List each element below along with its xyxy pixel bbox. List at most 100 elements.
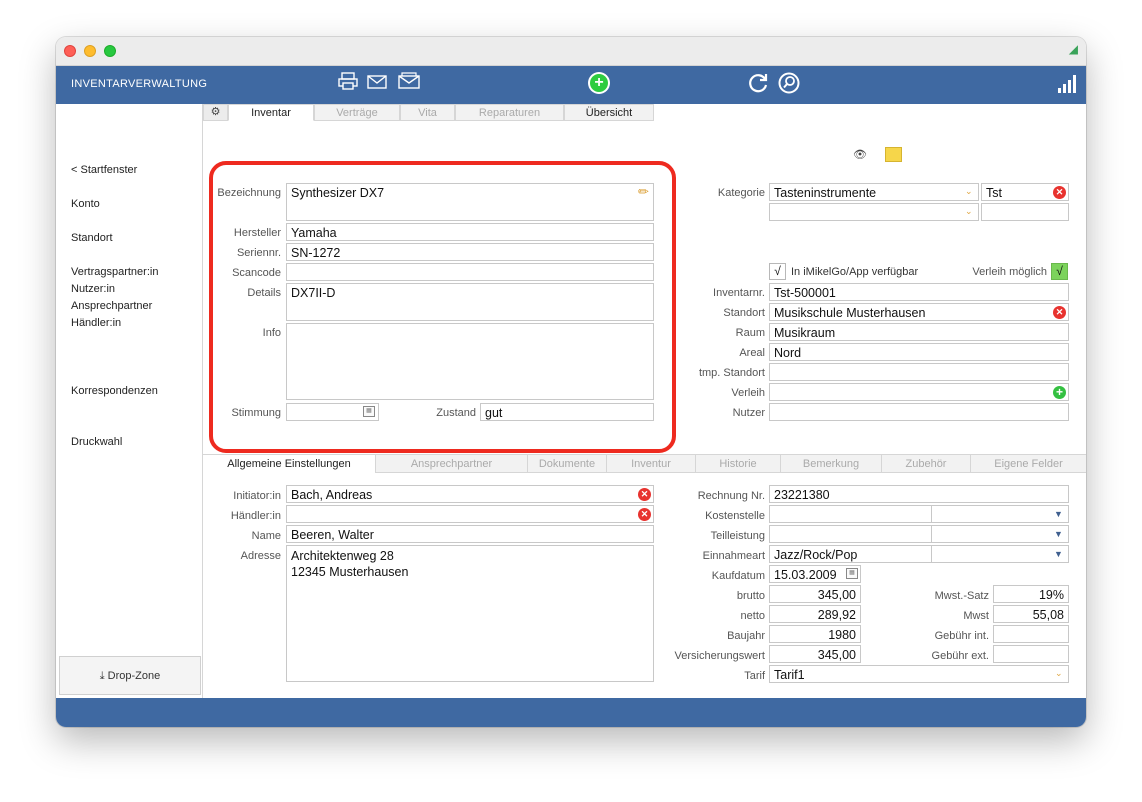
verleih-possible-checkbox[interactable]: √ <box>1051 263 1068 280</box>
minimize-window-button[interactable] <box>84 45 96 57</box>
teilleistung-field[interactable] <box>769 525 932 543</box>
mwst-label: Mwst <box>963 610 989 622</box>
app-available-checkbox[interactable]: √ <box>769 263 786 280</box>
printer-icon[interactable] <box>338 72 358 96</box>
sidebar-item-nutzer[interactable]: Nutzer:in <box>71 283 115 295</box>
standort-label: Standort <box>723 307 765 319</box>
kostenstelle-label: Kostenstelle <box>705 510 765 522</box>
tab-vertraege[interactable]: Verträge <box>314 104 400 121</box>
tmp-standort-field[interactable] <box>769 363 1069 381</box>
dropdown-arrow-icon[interactable]: ▼ <box>1054 509 1063 519</box>
unterkategorie-select[interactable] <box>769 203 979 221</box>
einnahmeart-select[interactable] <box>931 545 1069 563</box>
clear-kategorie-icon[interactable]: ✕ <box>1053 186 1066 199</box>
gebuehr-ext-field[interactable] <box>993 645 1069 663</box>
adresse-field[interactable]: Architektenweg 28 12345 Musterhausen <box>286 545 654 682</box>
mwst-satz-field[interactable]: 19% <box>993 585 1069 603</box>
sidebar-item-haendler[interactable]: Händler:in <box>71 317 121 329</box>
tab-uebersicht[interactable]: Übersicht <box>564 104 654 121</box>
tab-eigene-felder[interactable]: Eigene Felder <box>971 455 1086 473</box>
clear-standort-icon[interactable]: ✕ <box>1053 306 1066 319</box>
netto-field[interactable]: 289,92 <box>769 605 861 623</box>
nutzer-label: Nutzer <box>732 407 765 419</box>
zoom-window-button[interactable] <box>104 45 116 57</box>
dropdown-arrow-icon[interactable]: ▼ <box>1054 549 1063 559</box>
sidebar-item-korrespondenzen[interactable]: Korrespondenzen <box>71 385 158 397</box>
gear-icon[interactable]: ⚙ <box>203 104 228 121</box>
kostenstelle-select[interactable] <box>931 505 1069 523</box>
add-circle-icon[interactable]: + <box>588 72 610 94</box>
tarif-label: Tarif <box>744 670 765 682</box>
name-field[interactable]: Beeren, Walter <box>286 525 654 543</box>
adresse-label: Adresse <box>240 550 281 562</box>
inventarnr-field[interactable]: Tst-500001 <box>769 283 1069 301</box>
mail-open-icon[interactable] <box>398 72 420 96</box>
baujahr-field[interactable]: 1980 <box>769 625 861 643</box>
tab-allgemeine-einstellungen[interactable]: Allgemeine Einstellungen <box>203 455 376 473</box>
tab-dokumente[interactable]: Dokumente <box>528 455 607 473</box>
mwst-field[interactable]: 55,08 <box>993 605 1069 623</box>
sidebar-item-startfenster[interactable]: < Startfenster <box>71 164 137 176</box>
sidebar-item-konto[interactable]: Konto <box>71 198 100 210</box>
tab-historie[interactable]: Historie <box>696 455 781 473</box>
chevron-down-icon: ⌄ <box>1055 668 1063 678</box>
close-window-button[interactable] <box>64 45 76 57</box>
note-icon[interactable] <box>885 147 902 162</box>
add-verleih-icon[interactable]: + <box>1053 386 1066 399</box>
sidebar-item-ansprechpartner[interactable]: Ansprechpartner <box>71 300 152 312</box>
nutzer-field[interactable] <box>769 403 1069 421</box>
gebuehr-int-field[interactable] <box>993 625 1069 643</box>
unterkategorie-code-field[interactable] <box>981 203 1069 221</box>
clear-haendler-icon[interactable]: ✕ <box>638 508 651 521</box>
kategorie-select[interactable]: Tasteninstrumente <box>769 183 979 201</box>
refresh-icon[interactable] <box>746 71 770 101</box>
dropdown-arrow-icon[interactable]: ▼ <box>1054 529 1063 539</box>
inventarnr-label: Inventarnr. <box>713 287 765 299</box>
search-icon[interactable] <box>777 71 801 101</box>
clear-initiator-icon[interactable]: ✕ <box>638 488 651 501</box>
tab-inventar[interactable]: Inventar <box>228 104 314 121</box>
calendar-icon[interactable]: ▦ <box>846 568 858 579</box>
tab-vita[interactable]: Vita <box>400 104 455 121</box>
mail-icon[interactable] <box>367 72 387 96</box>
initiator-field[interactable]: Bach, Andreas <box>286 485 654 503</box>
lower-tab-bar: Allgemeine Einstellungen Ansprechpartner… <box>203 454 1086 473</box>
rechnung-field[interactable]: 23221380 <box>769 485 1069 503</box>
name-label: Name <box>251 530 281 542</box>
sidebar-item-standort[interactable]: Standort <box>71 232 113 244</box>
haendler-label: Händler:in <box>230 510 281 522</box>
gebuehr-int-label: Gebühr int. <box>934 630 989 642</box>
initiator-label: Initiator:in <box>233 490 281 502</box>
highlight-frame <box>209 161 676 453</box>
tab-ansprechpartner[interactable]: Ansprechpartner <box>376 455 528 473</box>
rechnung-label: Rechnung Nr. <box>697 490 765 502</box>
eye-icon[interactable]: 👁 <box>853 148 867 161</box>
einnahmeart-field[interactable]: Jazz/Rock/Pop <box>769 545 932 563</box>
standort-field[interactable]: Musikschule Musterhausen <box>769 303 1069 321</box>
tab-bemerkung[interactable]: Bemerkung <box>781 455 882 473</box>
tab-zubehoer[interactable]: Zubehör <box>882 455 971 473</box>
teilleistung-select[interactable] <box>931 525 1069 543</box>
verleih-possible-label: Verleih möglich <box>972 266 1047 278</box>
raum-field[interactable]: Musikraum <box>769 323 1069 341</box>
areal-field[interactable]: Nord <box>769 343 1069 361</box>
brutto-field[interactable]: 345,00 <box>769 585 861 603</box>
tarif-select[interactable]: Tarif1 <box>769 665 1069 683</box>
verleih-field[interactable] <box>769 383 1069 401</box>
drop-zone[interactable]: ⤓ Drop-Zone <box>59 656 201 695</box>
tab-inventur[interactable]: Inventur <box>607 455 696 473</box>
versicherungswert-field[interactable]: 345,00 <box>769 645 861 663</box>
kaufdatum-label: Kaufdatum <box>711 570 765 582</box>
tmp-standort-label: tmp. Standort <box>698 367 765 379</box>
tab-reparaturen[interactable]: Reparaturen <box>455 104 564 121</box>
kostenstelle-field[interactable] <box>769 505 932 523</box>
haendler-field[interactable] <box>286 505 654 523</box>
sidebar-item-vertragspartner[interactable]: Vertragspartner:in <box>71 266 158 278</box>
teilleistung-label: Teilleistung <box>710 530 765 542</box>
mwst-satz-label: Mwst.-Satz <box>934 590 989 602</box>
sidebar: < Startfenster Konto Standort Vertragspa… <box>56 104 203 698</box>
app-window: ◢ INVENTARVERWALTUNG + < Startfenster Ko… <box>56 37 1086 727</box>
app-title: INVENTARVERWALTUNG <box>71 78 208 90</box>
footer-bar <box>56 698 1086 727</box>
sidebar-item-druckwahl[interactable]: Druckwahl <box>71 436 122 448</box>
